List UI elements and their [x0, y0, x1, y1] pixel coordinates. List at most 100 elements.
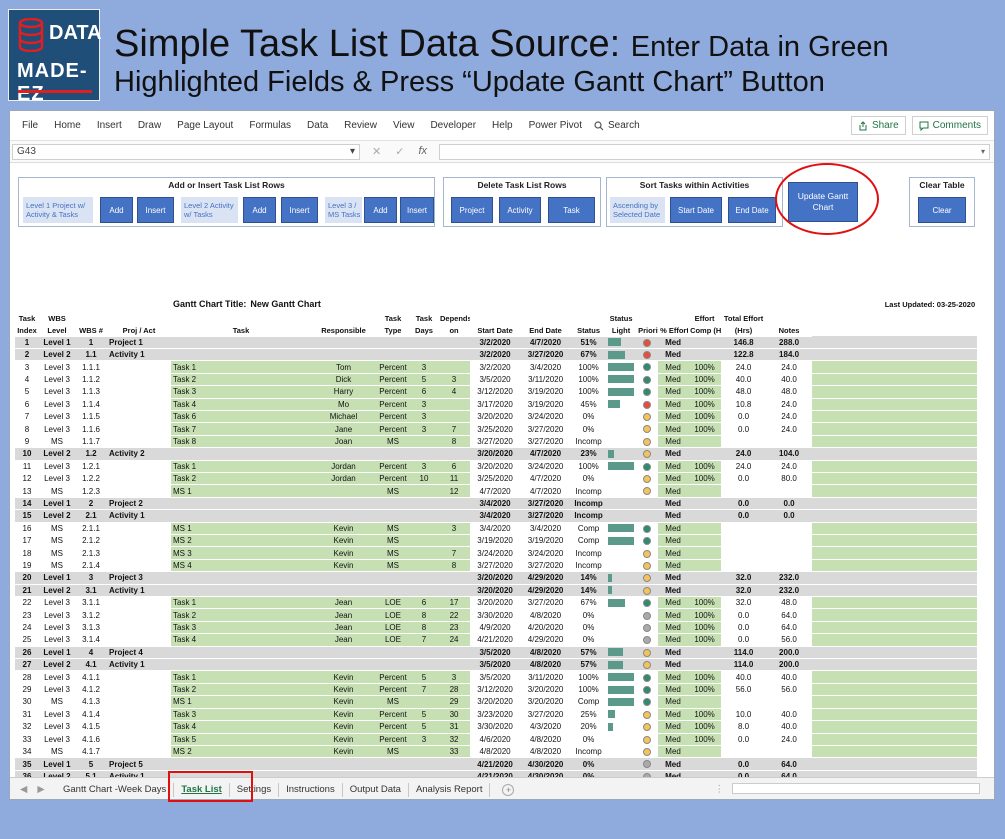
task-type-cell[interactable]: Percent [376, 683, 410, 697]
task-days-cell[interactable]: 5 [410, 708, 438, 722]
depends-on-cell[interactable]: 3 [438, 670, 471, 684]
start-date-cell[interactable]: 3/25/2020 [470, 472, 521, 486]
notes-cell[interactable] [812, 559, 978, 573]
task-index-cell[interactable]: 17 [15, 534, 39, 548]
depends-on-cell[interactable] [438, 571, 471, 585]
search-box[interactable]: Search [594, 120, 640, 131]
task-type-cell[interactable]: Percent [376, 670, 410, 684]
wbs-level-cell[interactable]: MS [39, 522, 75, 536]
status-cell[interactable]: 20% [571, 720, 607, 734]
status-cell[interactable]: Comp [571, 534, 607, 548]
proj-act-cell[interactable]: Activity 2 [107, 447, 171, 461]
status-cell[interactable]: 100% [571, 385, 607, 399]
percent-effort-cell[interactable]: 100% [688, 708, 722, 722]
wbs-number-cell[interactable]: 2.1.4 [75, 559, 107, 573]
task-cell[interactable] [171, 645, 311, 660]
task-cell[interactable]: Task 2 [171, 373, 311, 387]
effort-comp-cell[interactable] [721, 484, 767, 498]
menu-item-developer[interactable]: Developer [422, 120, 484, 131]
end-date-cell[interactable]: 4/8/2020 [520, 608, 572, 622]
wbs-number-cell[interactable]: 1.2.3 [75, 484, 107, 498]
total-effort-cell[interactable] [766, 484, 813, 498]
proj-act-cell[interactable] [107, 745, 171, 759]
menu-item-review[interactable]: Review [336, 120, 385, 131]
tab-split-handle[interactable]: ⋮ [714, 784, 724, 795]
insert-level1-button[interactable]: Insert [137, 197, 174, 223]
task-type-cell[interactable]: MS [376, 435, 410, 449]
start-date-cell[interactable]: 4/8/2020 [470, 745, 521, 759]
end-date-cell[interactable]: 4/29/2020 [520, 571, 572, 585]
status-cell[interactable]: 0% [571, 633, 607, 647]
end-date-cell[interactable]: 4/29/2020 [520, 584, 572, 598]
percent-effort-cell[interactable]: 100% [688, 360, 722, 374]
task-type-cell[interactable] [376, 336, 410, 349]
effort-comp-cell[interactable]: 32.0 [721, 584, 767, 598]
proj-act-cell[interactable]: Project 3 [107, 571, 171, 585]
task-days-cell[interactable]: 8 [410, 608, 438, 622]
depends-on-cell[interactable]: 29 [438, 695, 471, 709]
formula-input[interactable]: ▾ [439, 143, 990, 160]
status-cell[interactable]: 100% [571, 373, 607, 387]
wbs-number-cell[interactable]: 3.1 [75, 584, 107, 598]
add-sheet-button[interactable]: + [502, 783, 515, 796]
status-cell[interactable]: 67% [571, 596, 607, 610]
task-cell[interactable]: Task 1 [171, 460, 311, 473]
depends-on-cell[interactable] [438, 534, 471, 548]
priority-cell[interactable]: Med [658, 435, 689, 449]
task-index-cell[interactable]: 4 [15, 373, 39, 387]
task-cell[interactable]: Task 4 [171, 398, 311, 411]
wbs-number-cell[interactable]: 4.1.2 [75, 683, 107, 697]
task-days-cell[interactable] [410, 522, 438, 536]
end-date-cell[interactable]: 4/8/2020 [520, 745, 572, 759]
priority-cell[interactable]: Med [658, 695, 689, 709]
task-days-cell[interactable]: 7 [410, 683, 438, 697]
proj-act-cell[interactable]: Activity 1 [107, 348, 171, 362]
task-index-cell[interactable]: 8 [15, 422, 39, 436]
task-index-cell[interactable]: 10 [15, 447, 39, 461]
task-cell[interactable]: Task 2 [171, 683, 311, 697]
tab-gantt-chart-week-days[interactable]: Gantt Chart -Week Days [56, 782, 175, 797]
responsible-cell[interactable]: Kevin [311, 695, 376, 709]
menu-item-data[interactable]: Data [299, 120, 336, 131]
notes-cell[interactable] [812, 447, 978, 461]
task-index-cell[interactable]: 31 [15, 708, 39, 722]
responsible-cell[interactable] [311, 509, 376, 523]
priority-cell[interactable]: Med [658, 621, 689, 635]
responsible-cell[interactable]: Kevin [311, 745, 376, 759]
proj-act-cell[interactable] [107, 360, 171, 374]
responsible-cell[interactable]: Kevin [311, 670, 376, 684]
start-date-cell[interactable]: 4/21/2020 [470, 757, 521, 771]
start-date-cell[interactable]: 3/4/2020 [470, 497, 521, 511]
depends-on-cell[interactable] [438, 509, 471, 523]
effort-comp-cell[interactable]: 0.0 [721, 509, 767, 523]
percent-effort-cell[interactable] [688, 484, 722, 498]
wbs-number-cell[interactable]: 2.1.3 [75, 546, 107, 560]
end-date-cell[interactable]: 3/24/2020 [520, 410, 572, 424]
status-cell[interactable]: 57% [571, 645, 607, 660]
task-index-cell[interactable]: 21 [15, 584, 39, 598]
task-index-cell[interactable]: 28 [15, 670, 39, 684]
wbs-number-cell[interactable]: 4.1 [75, 658, 107, 672]
depends-on-cell[interactable]: 6 [438, 460, 471, 473]
depends-on-cell[interactable]: 7 [438, 422, 471, 436]
task-cell[interactable]: Task 8 [171, 435, 311, 449]
task-index-cell[interactable]: 3 [15, 360, 39, 374]
menu-item-power-pivot[interactable]: Power Pivot [521, 120, 590, 131]
task-days-cell[interactable] [410, 348, 438, 362]
end-date-cell[interactable]: 4/20/2020 [520, 621, 572, 635]
total-effort-cell[interactable] [766, 559, 813, 573]
task-type-cell[interactable] [376, 447, 410, 461]
wbs-level-cell[interactable]: Level 3 [39, 733, 75, 746]
task-cell[interactable] [171, 757, 311, 771]
task-days-cell[interactable] [410, 695, 438, 709]
percent-effort-cell[interactable]: 100% [688, 670, 722, 684]
effort-comp-cell[interactable]: 0.0 [721, 733, 767, 746]
responsible-cell[interactable]: Kevin [311, 522, 376, 536]
total-effort-cell[interactable]: 200.0 [766, 645, 813, 660]
wbs-level-cell[interactable]: Level 3 [39, 720, 75, 734]
notes-cell[interactable] [812, 745, 978, 759]
wbs-number-cell[interactable]: 3.1.1 [75, 596, 107, 610]
wbs-number-cell[interactable]: 1.1.6 [75, 422, 107, 436]
task-cell[interactable]: Task 1 [171, 596, 311, 610]
end-date-cell[interactable]: 4/7/2020 [520, 336, 572, 349]
